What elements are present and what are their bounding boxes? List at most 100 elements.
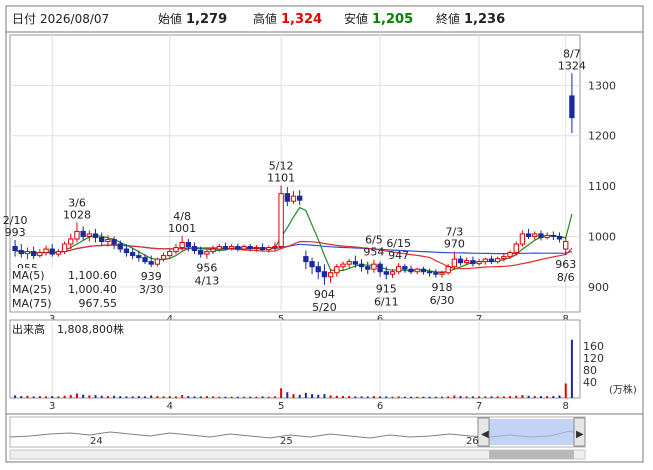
- candle-body: [117, 243, 123, 250]
- candle-body: [18, 250, 24, 255]
- volume-bar: [496, 396, 499, 398]
- candle-body: [420, 268, 427, 273]
- volume-bar: [106, 396, 109, 398]
- volume-bar: [298, 394, 301, 398]
- volume-value: 1,808,800株: [57, 322, 124, 336]
- candle-body: [519, 233, 526, 245]
- candle-body: [402, 266, 408, 270]
- volume-bar: [341, 396, 344, 398]
- volume-bar: [453, 395, 456, 398]
- open-label: 始値: [158, 11, 182, 26]
- candle-body: [210, 248, 216, 253]
- volume-month-label-1: 4: [167, 401, 173, 412]
- annotation-price: 947: [388, 249, 409, 262]
- candle-body: [185, 241, 191, 248]
- candle-body: [99, 236, 105, 242]
- candle-body: [253, 247, 260, 250]
- volume-bar: [119, 396, 122, 398]
- candle-body: [105, 238, 111, 242]
- volume-bar: [82, 394, 85, 398]
- candle-body: [488, 258, 495, 263]
- candle-body: [49, 248, 55, 255]
- volume-bar: [317, 394, 320, 398]
- candle-body: [433, 272, 439, 275]
- candle-body: [507, 252, 513, 258]
- volume-unit: (万株): [609, 383, 637, 396]
- volume-bar: [521, 395, 524, 398]
- volume-bar: [286, 392, 289, 398]
- navigator-label-26: 26: [466, 436, 479, 447]
- ma5-value: 1,100.60: [68, 269, 117, 282]
- candle-body: [241, 246, 247, 250]
- candle-body: [439, 272, 445, 275]
- candle-body: [136, 255, 142, 259]
- ma75-label: MA(75): [12, 297, 52, 310]
- close-value: 1,236: [464, 12, 505, 27]
- volume-month-label-4: 7: [476, 401, 482, 412]
- annotation-price: 1001: [168, 222, 196, 235]
- candle-body: [371, 263, 377, 270]
- chevron-left-icon: ◀: [481, 429, 489, 440]
- volume-bar: [484, 396, 487, 398]
- candle-body: [494, 258, 501, 263]
- annotation-date: 4/13: [195, 275, 220, 288]
- candle-body: [204, 251, 210, 255]
- candle-body: [92, 233, 99, 238]
- candle-body: [86, 233, 93, 237]
- ma25-label: MA(25): [12, 283, 52, 296]
- navigator-scrollbar-thumb[interactable]: [489, 450, 574, 459]
- volume-bar: [243, 396, 246, 398]
- volume-bar: [397, 396, 400, 398]
- volume-bar: [329, 395, 332, 398]
- chevron-right-icon: ▶: [576, 429, 584, 440]
- candle-body: [482, 258, 488, 263]
- volume-bar: [156, 396, 159, 398]
- volume-title: 出来高: [12, 322, 45, 336]
- volume-bar: [168, 396, 171, 398]
- volume-bar: [218, 396, 221, 398]
- candle-body: [12, 246, 18, 252]
- candle-body: [358, 263, 365, 268]
- candle-body: [532, 233, 538, 237]
- candle-body: [334, 266, 340, 274]
- annotation-price: 956: [196, 262, 217, 275]
- volume-bar: [32, 396, 35, 398]
- candle-body: [321, 271, 328, 278]
- annotation-price: 918: [431, 281, 452, 294]
- annotation-price: 963: [555, 258, 576, 271]
- volume-bar: [205, 396, 208, 398]
- candle-body: [74, 230, 80, 240]
- price-tick-900: 900: [588, 281, 609, 294]
- candle-body: [24, 251, 31, 255]
- candle-body: [142, 257, 148, 263]
- annotation-date: 5/20: [312, 301, 337, 314]
- volume-bar: [323, 394, 326, 398]
- volume-bar: [546, 396, 549, 398]
- candle-body: [37, 252, 43, 257]
- volume-bar: [230, 396, 233, 398]
- candle-body: [383, 271, 389, 275]
- candle-body: [297, 195, 303, 201]
- volume-bar: [465, 396, 468, 398]
- volume-bar: [490, 396, 493, 398]
- candle-body: [160, 255, 167, 260]
- volume-bar: [38, 396, 41, 398]
- volume-bar: [174, 396, 177, 398]
- volume-bar: [261, 396, 264, 398]
- candle-body: [501, 256, 507, 260]
- candle-body: [340, 263, 346, 268]
- annotation-price: 970: [444, 238, 465, 251]
- candle-body: [80, 230, 86, 237]
- navigator-selection[interactable]: [489, 419, 574, 445]
- volume-bar: [255, 396, 258, 398]
- volume-bar: [144, 396, 147, 398]
- volume-bar: [354, 396, 357, 398]
- candle-body: [272, 246, 278, 249]
- volume-bar: [366, 396, 369, 398]
- candle-body: [457, 258, 464, 264]
- volume-bar: [509, 396, 512, 398]
- candle-body: [309, 261, 315, 268]
- volume-bar: [199, 396, 202, 398]
- volume-bar: [471, 396, 474, 398]
- volume-bar: [304, 392, 307, 398]
